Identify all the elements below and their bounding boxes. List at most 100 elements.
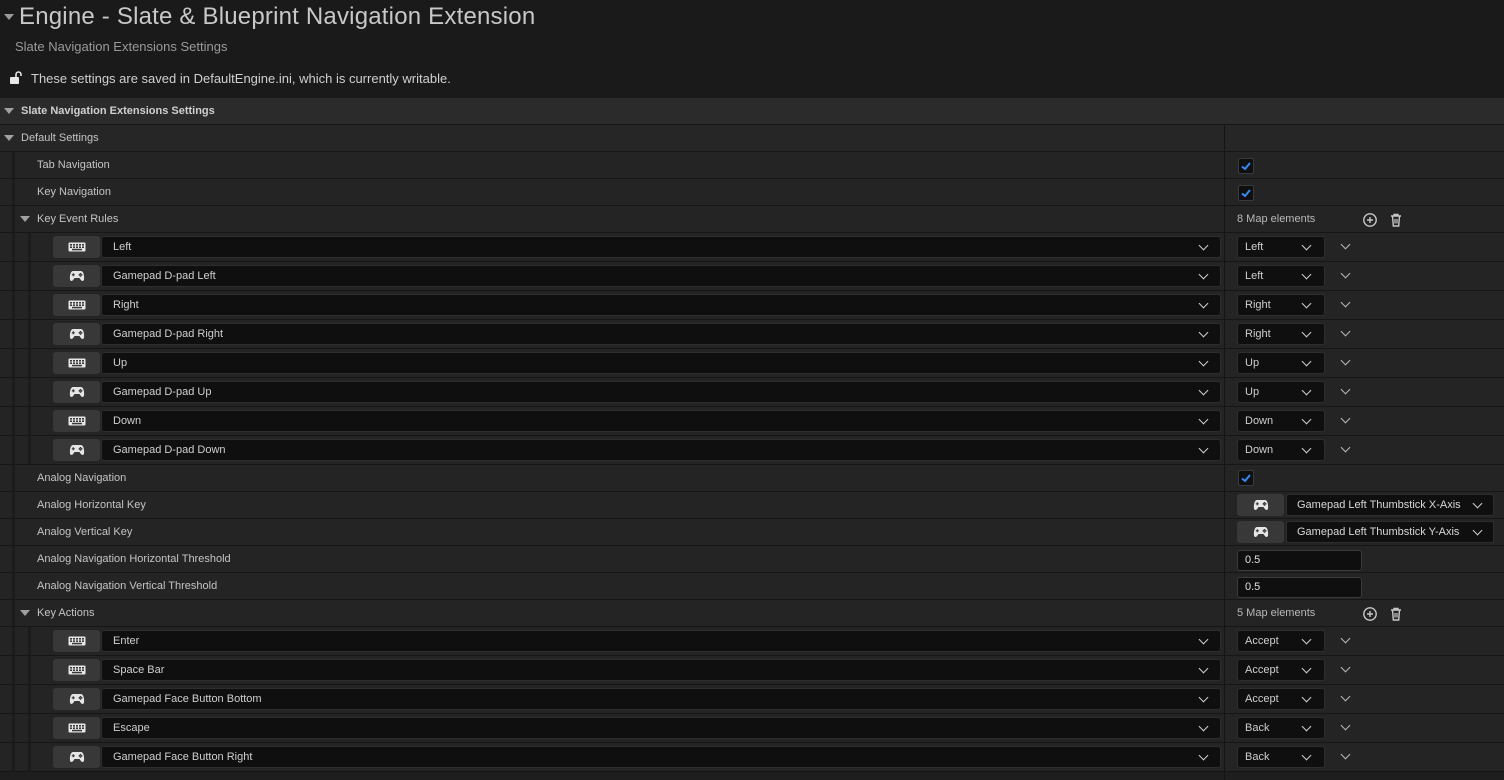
element-options-chevron-icon[interactable]: [1340, 442, 1351, 453]
key-selector-button[interactable]: [53, 352, 100, 374]
action-combo[interactable]: Back: [1237, 717, 1325, 739]
key-combo[interactable]: Up: [101, 352, 1221, 374]
key-combo[interactable]: Escape: [101, 717, 1221, 739]
title-row[interactable]: Engine - Slate & Blueprint Navigation Ex…: [0, 2, 535, 32]
collapse-caret-icon[interactable]: [4, 14, 14, 20]
property-row-key-event-rules[interactable]: Key Event Rules 8 Map elements: [0, 206, 1504, 233]
element-options-chevron-icon[interactable]: [1340, 355, 1351, 366]
action-combo[interactable]: Down: [1237, 439, 1325, 461]
key-combo[interactable]: Gamepad D-pad Down: [101, 439, 1221, 461]
key-selector-button[interactable]: [1237, 521, 1284, 543]
chevron-down-icon: [1198, 298, 1209, 309]
element-options-chevron-icon[interactable]: [1340, 749, 1351, 760]
element-options-chevron-icon[interactable]: [1340, 720, 1351, 731]
combo-value: Gamepad Left Thumbstick X-Axis: [1297, 499, 1461, 511]
map-element-row: Gamepad D-pad Down Down: [0, 436, 1504, 465]
key-selector-button[interactable]: [53, 746, 100, 768]
element-options-chevron-icon[interactable]: [1340, 662, 1351, 673]
indent-bar: [28, 436, 31, 464]
action-combo[interactable]: Left: [1237, 265, 1325, 287]
vertical-threshold-input[interactable]: 0.5: [1237, 577, 1362, 598]
key-name: Left: [113, 241, 132, 253]
key-selector-button[interactable]: [53, 294, 100, 316]
key-selector-button[interactable]: [53, 265, 100, 287]
action-combo[interactable]: Accept: [1237, 659, 1325, 681]
key-combo[interactable]: Gamepad Face Button Right: [101, 746, 1221, 768]
action-combo[interactable]: Back: [1237, 746, 1325, 768]
column-divider[interactable]: [1224, 125, 1225, 780]
action-combo[interactable]: Up: [1237, 352, 1325, 374]
chevron-down-icon: [1198, 663, 1209, 674]
action-combo[interactable]: Right: [1237, 323, 1325, 345]
key-selector-button[interactable]: [1237, 494, 1284, 516]
key-combo[interactable]: Gamepad D-pad Up: [101, 381, 1221, 403]
key-selector-button[interactable]: [53, 439, 100, 461]
key-combo[interactable]: Right: [101, 294, 1221, 316]
action-combo[interactable]: Down: [1237, 410, 1325, 432]
action-combo[interactable]: Left: [1237, 236, 1325, 258]
key-selector-button[interactable]: [53, 410, 100, 432]
key-combo[interactable]: Down: [101, 410, 1221, 432]
key-selector-button[interactable]: [53, 323, 100, 345]
key-selector-button[interactable]: [53, 688, 100, 710]
page-subtitle: Slate Navigation Extensions Settings: [15, 39, 228, 54]
action-value: Left: [1245, 241, 1264, 253]
trash-icon[interactable]: [1388, 212, 1404, 228]
element-options-chevron-icon[interactable]: [1340, 384, 1351, 395]
element-options-chevron-icon[interactable]: [1340, 633, 1351, 644]
key-navigation-checkbox[interactable]: [1238, 185, 1254, 201]
property-row-key-actions[interactable]: Key Actions 5 Map elements: [0, 600, 1504, 627]
analog-vertical-key-combo[interactable]: Gamepad Left Thumbstick Y-Axis: [1286, 521, 1494, 543]
action-combo[interactable]: Accept: [1237, 630, 1325, 652]
element-options-chevron-icon[interactable]: [1340, 239, 1351, 250]
analog-horizontal-key-combo[interactable]: Gamepad Left Thumbstick X-Axis: [1286, 494, 1494, 516]
key-selector-button[interactable]: [53, 236, 100, 258]
tab-navigation-checkbox[interactable]: [1238, 158, 1254, 174]
indent-bar: [12, 262, 15, 290]
key-name: Up: [113, 357, 128, 369]
element-options-chevron-icon[interactable]: [1340, 268, 1351, 279]
chevron-down-icon: [1301, 240, 1312, 251]
map-element-row: Right Right: [0, 291, 1504, 320]
key-selector-button[interactable]: [53, 659, 100, 681]
key-combo[interactable]: Enter: [101, 630, 1221, 652]
key-combo[interactable]: Gamepad Face Button Bottom: [101, 688, 1221, 710]
element-options-chevron-icon[interactable]: [1340, 413, 1351, 424]
action-combo[interactable]: Right: [1237, 294, 1325, 316]
indent-bar: [12, 291, 15, 319]
expand-caret-icon[interactable]: [4, 135, 14, 141]
key-combo[interactable]: Gamepad D-pad Left: [101, 265, 1221, 287]
section-header-row[interactable]: Slate Navigation Extensions Settings: [0, 98, 1504, 125]
section-label: Slate Navigation Extensions Settings: [21, 105, 215, 117]
expand-caret-icon[interactable]: [20, 610, 30, 616]
action-value: Right: [1245, 328, 1271, 340]
action-combo[interactable]: Up: [1237, 381, 1325, 403]
element-options-chevron-icon[interactable]: [1340, 691, 1351, 702]
chevron-down-icon: [1198, 240, 1209, 251]
expand-caret-icon[interactable]: [4, 108, 14, 114]
action-value: Accept: [1245, 635, 1279, 647]
input-value: 0.5: [1245, 554, 1261, 566]
element-options-chevron-icon[interactable]: [1340, 326, 1351, 337]
key-selector-button[interactable]: [53, 717, 100, 739]
key-selector-button[interactable]: [53, 381, 100, 403]
action-combo[interactable]: Accept: [1237, 688, 1325, 710]
property-row-analog-navigation: Analog Navigation: [0, 465, 1504, 492]
key-selector-button[interactable]: [53, 630, 100, 652]
expand-caret-icon[interactable]: [20, 216, 30, 222]
category-label: Default Settings: [21, 132, 99, 144]
key-combo[interactable]: Left: [101, 236, 1221, 258]
horizontal-threshold-input[interactable]: 0.5: [1237, 550, 1362, 571]
gamepad-icon: [1253, 527, 1268, 537]
analog-navigation-checkbox[interactable]: [1238, 470, 1254, 486]
key-combo[interactable]: Space Bar: [101, 659, 1221, 681]
key-combo[interactable]: Gamepad D-pad Right: [101, 323, 1221, 345]
add-element-icon[interactable]: [1362, 212, 1378, 228]
category-row-default-settings[interactable]: Default Settings: [0, 125, 1504, 152]
indent-bar: [28, 262, 31, 290]
chevron-down-icon: [1472, 498, 1483, 509]
element-options-chevron-icon[interactable]: [1340, 297, 1351, 308]
trash-icon[interactable]: [1388, 606, 1404, 622]
add-element-icon[interactable]: [1362, 606, 1378, 622]
indent-bar: [12, 378, 15, 406]
